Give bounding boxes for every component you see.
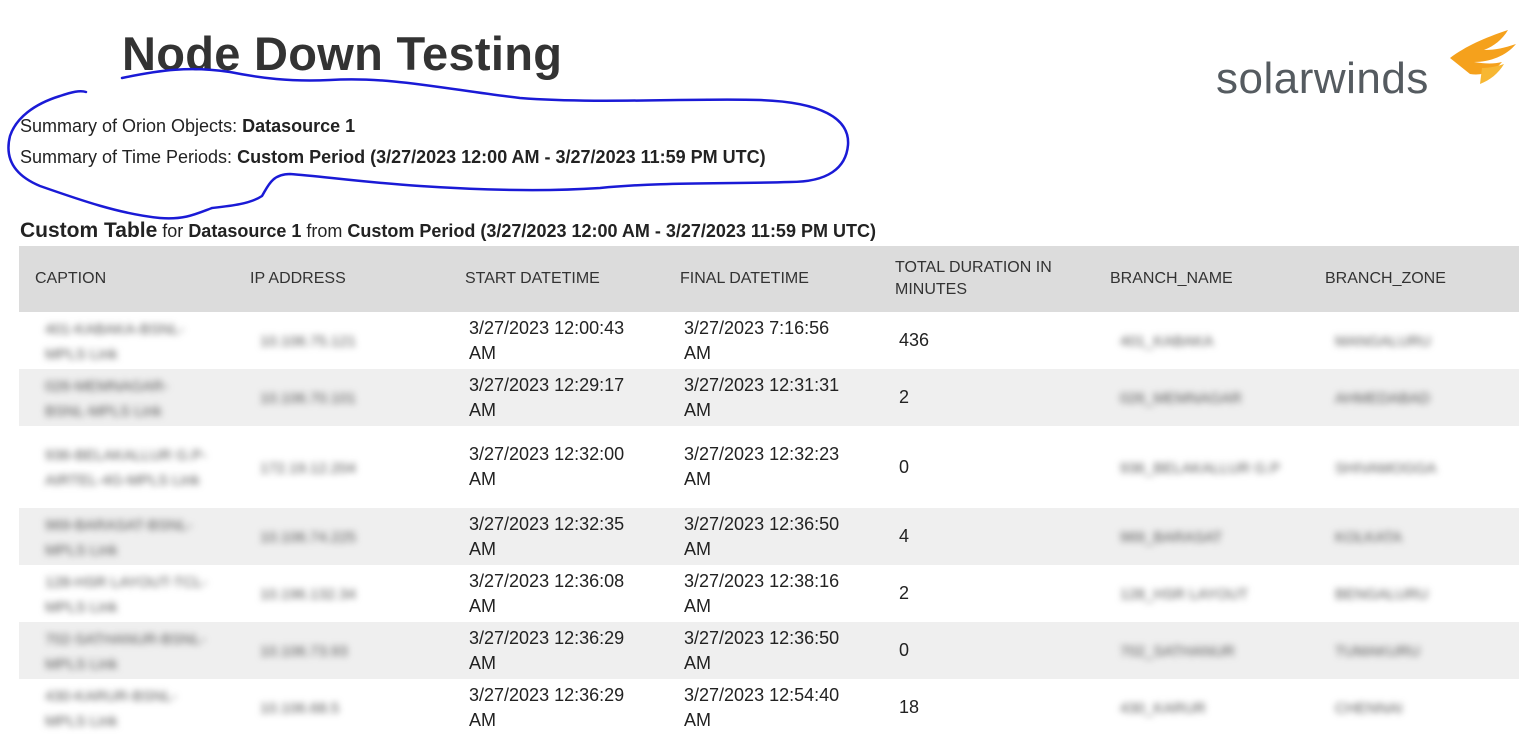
final-datetime-cell: 3/27/2023 7:16:56 AM (664, 312, 879, 369)
branch-name-cell: 128_HSR LAYOUT (1120, 586, 1249, 603)
caption-cell: 128-HSR LAYOUT-TCL-MPLS Link (45, 573, 208, 616)
duration-cell: 2 (879, 369, 1094, 426)
branch-name-cell: 969_BARASAT (1120, 529, 1223, 546)
table-datasource: Datasource 1 (188, 221, 302, 241)
table-row: 026-MEMNAGAR-BSNL-MPLS Link 10.106.70.10… (19, 369, 1519, 426)
flame-icon (1450, 30, 1516, 84)
final-datetime-cell: 3/27/2023 12:38:16 AM (664, 565, 879, 622)
caption-cell: 430-KARUR-BSNL-MPLS Link (45, 687, 177, 730)
ip-cell: 10.106.68.5 (260, 700, 340, 717)
column-header-caption[interactable]: CAPTION (19, 246, 234, 312)
custom-table: CAPTION IP ADDRESS START DATETIME FINAL … (19, 246, 1519, 736)
duration-cell: 436 (879, 312, 1094, 369)
table-row: 430-KARUR-BSNL-MPLS Link 10.106.68.5 3/2… (19, 679, 1519, 736)
start-datetime-cell: 3/27/2023 12:32:35 AM (449, 508, 664, 565)
caption-cell: 702-SATHANUR-BSNL-MPLS Link (45, 630, 206, 673)
branch-name-cell: 401_KABAKA (1120, 333, 1214, 350)
ip-cell: 10.106.70.101 (260, 390, 356, 407)
final-datetime-cell: 3/27/2023 12:32:23 AM (664, 426, 879, 508)
solarwinds-logo: solarwinds (1214, 28, 1519, 108)
duration-cell: 2 (879, 565, 1094, 622)
column-header-ip-address[interactable]: IP ADDRESS (234, 246, 449, 312)
caption-cell: 026-MEMNAGAR-BSNL-MPLS Link (45, 377, 169, 420)
table-row: 969-BARASAT-BSNL-MPLS Link 10.106.74.225… (19, 508, 1519, 565)
table-row: 936-BELAKALLUR G.P-AIRTEL-4G-MPLS Link 1… (19, 426, 1519, 508)
duration-cell: 0 (879, 622, 1094, 679)
branch-zone-cell: AHMEDABAD (1335, 390, 1431, 407)
table-header-row: CAPTION IP ADDRESS START DATETIME FINAL … (19, 246, 1519, 312)
caption-cell: 969-BARASAT-BSNL-MPLS Link (45, 516, 193, 559)
caption-cell: 936-BELAKALLUR G.P-AIRTEL-4G-MPLS Link (45, 447, 207, 489)
logo-wordmark: solarwinds (1216, 54, 1429, 103)
branch-zone-cell: BENGALURU (1335, 586, 1429, 603)
table-from-word: from (301, 221, 348, 241)
caption-cell: 401-KABAKA-BSNL-MPLS Link (45, 320, 185, 363)
duration-cell: 0 (879, 426, 1094, 508)
final-datetime-cell: 3/27/2023 12:54:40 AM (664, 679, 879, 736)
branch-zone-cell: MANGALURU (1335, 333, 1431, 350)
ip-cell: 172.19.12.204 (260, 459, 356, 477)
final-datetime-cell: 3/27/2023 12:31:31 AM (664, 369, 879, 426)
table-row: 702-SATHANUR-BSNL-MPLS Link 10.106.73.93… (19, 622, 1519, 679)
branch-name-cell: 702_SATHANUR (1120, 643, 1235, 660)
final-datetime-cell: 3/27/2023 12:36:50 AM (664, 622, 879, 679)
branch-zone-cell: CHENNAI (1335, 700, 1403, 717)
table-row: 401-KABAKA-BSNL-MPLS Link 10.106.75.121 … (19, 312, 1519, 369)
ip-cell: 10.106.75.121 (260, 333, 356, 350)
column-header-branch-name[interactable]: BRANCH_NAME (1094, 246, 1309, 312)
column-header-start-datetime[interactable]: START DATETIME (449, 246, 664, 312)
summary-periods-value: Custom Period (3/27/2023 12:00 AM - 3/27… (237, 147, 766, 167)
branch-zone-cell: TUMAKURU (1335, 643, 1420, 660)
branch-zone-cell: SHIVAMOGGA (1335, 459, 1437, 477)
final-datetime-cell: 3/27/2023 12:36:50 AM (664, 508, 879, 565)
column-header-final-datetime[interactable]: FINAL DATETIME (664, 246, 879, 312)
table-name: Custom Table (20, 219, 158, 242)
ip-cell: 10.196.132.34 (260, 586, 356, 603)
summary-periods-label: Summary of Time Periods: (20, 147, 238, 167)
table-for-word: for (157, 221, 189, 241)
branch-name-cell: 936_BELAKALLUR G.P (1120, 459, 1281, 477)
summary-objects: Summary of Orion Objects: Datasource 1 (20, 116, 355, 137)
branch-zone-cell: KOLKATA (1335, 529, 1402, 546)
branch-name-cell: 430_KARUR (1120, 700, 1206, 717)
branch-name-cell: 026_MEMNAGAR (1120, 390, 1242, 407)
duration-cell: 18 (879, 679, 1094, 736)
start-datetime-cell: 3/27/2023 12:00:43 AM (449, 312, 664, 369)
table-row: 128-HSR LAYOUT-TCL-MPLS Link 10.196.132.… (19, 565, 1519, 622)
summary-periods: Summary of Time Periods: Custom Period (… (20, 147, 766, 168)
table-period: Custom Period (3/27/2023 12:00 AM - 3/27… (347, 221, 876, 241)
report-title: Node Down Testing (122, 27, 563, 80)
ip-cell: 10.106.74.225 (260, 529, 356, 546)
start-datetime-cell: 3/27/2023 12:32:00 AM (449, 426, 664, 508)
duration-cell: 4 (879, 508, 1094, 565)
start-datetime-cell: 3/27/2023 12:36:29 AM (449, 622, 664, 679)
column-header-branch-zone[interactable]: BRANCH_ZONE (1309, 246, 1519, 312)
summary-objects-value: Datasource 1 (242, 116, 356, 136)
start-datetime-cell: 3/27/2023 12:36:29 AM (449, 679, 664, 736)
column-header-total-duration[interactable]: TOTAL DURATION IN MINUTES (879, 246, 1094, 312)
ip-cell: 10.106.73.93 (260, 643, 348, 660)
start-datetime-cell: 3/27/2023 12:36:08 AM (449, 565, 664, 622)
table-heading: Custom Table for Datasource 1 from Custo… (20, 219, 876, 243)
start-datetime-cell: 3/27/2023 12:29:17 AM (449, 369, 664, 426)
summary-objects-label: Summary of Orion Objects: (20, 116, 243, 136)
